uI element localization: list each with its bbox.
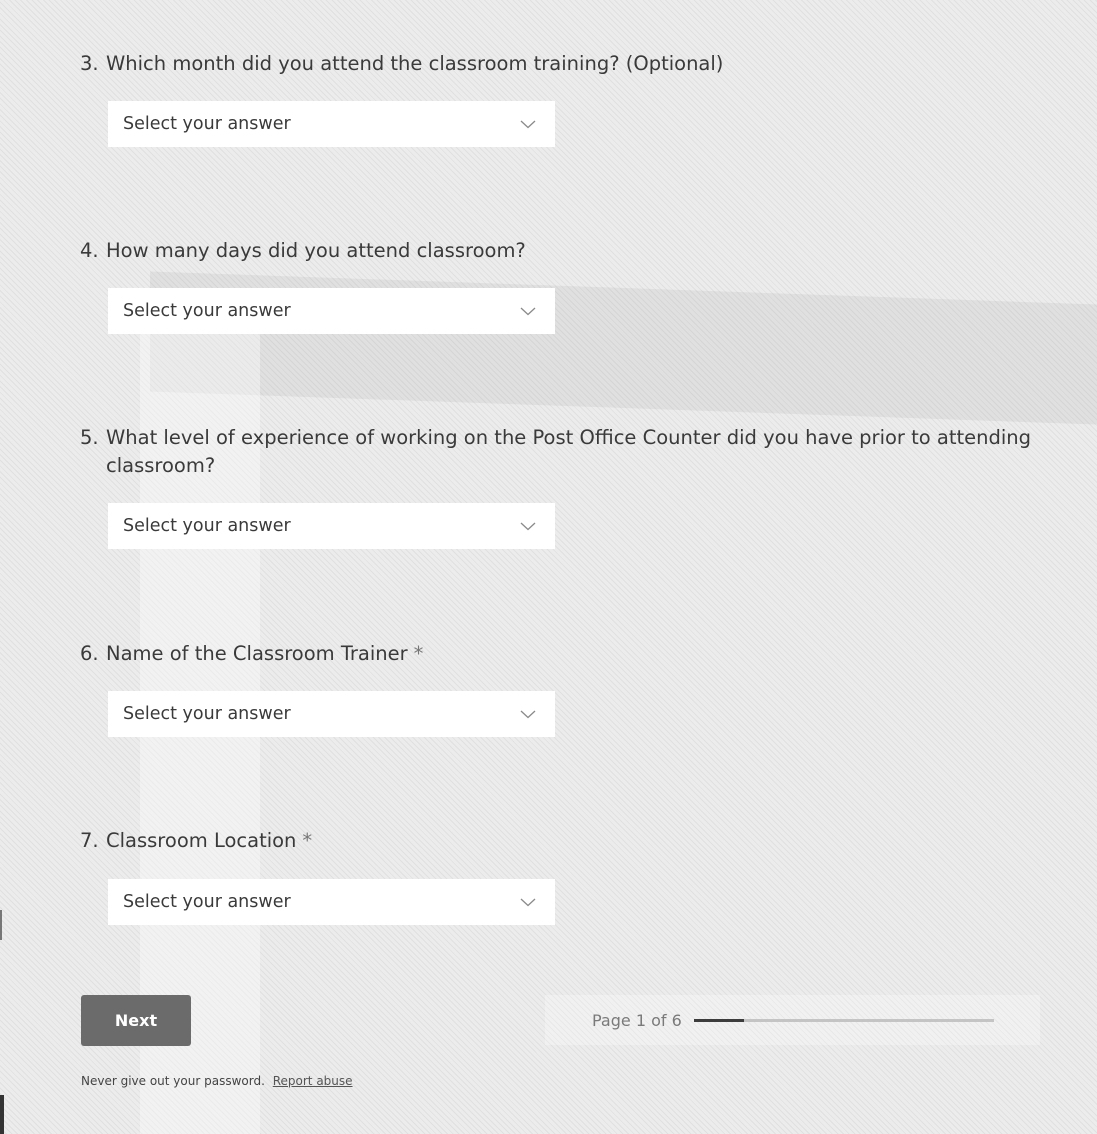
question-text: Which month did you attend the classroom… xyxy=(106,52,724,75)
days-select[interactable]: Select your answer xyxy=(108,288,555,334)
required-marker: * xyxy=(302,829,313,852)
question-text: Name of the Classroom Trainer * xyxy=(106,642,424,665)
select-placeholder: Select your answer xyxy=(123,704,291,724)
question-number: 6. xyxy=(80,642,99,665)
select-placeholder: Select your answer xyxy=(123,114,291,134)
footer: Never give out your password. Report abu… xyxy=(81,1074,353,1088)
chevron-down-icon xyxy=(520,522,536,531)
chevron-down-icon xyxy=(520,898,536,907)
select-placeholder: Select your answer xyxy=(123,301,291,321)
question-number: 4. xyxy=(80,239,99,262)
question-text: Classroom Location * xyxy=(106,829,313,852)
question-number: 7. xyxy=(80,829,99,852)
report-abuse-link[interactable]: Report abuse xyxy=(273,1074,353,1088)
question-title: 5. What level of experience of working o… xyxy=(80,424,1040,480)
window-edge xyxy=(0,1095,4,1134)
select-placeholder: Select your answer xyxy=(123,892,291,912)
experience-select[interactable]: Select your answer xyxy=(108,503,555,549)
page-progress: Page 1 of 6 xyxy=(545,995,1040,1045)
progress-bar xyxy=(693,1018,994,1022)
question-title: 6. Name of the Classroom Trainer * xyxy=(80,640,1040,668)
next-button[interactable]: Next xyxy=(81,995,191,1046)
trainer-select[interactable]: Select your answer xyxy=(108,691,555,737)
question-text: How many days did you attend classroom? xyxy=(106,239,526,262)
question-3: 3. Which month did you attend the classr… xyxy=(80,50,1040,147)
location-select[interactable]: Select your answer xyxy=(108,879,555,925)
question-title: 3. Which month did you attend the classr… xyxy=(80,50,1040,78)
question-6: 6. Name of the Classroom Trainer * Select… xyxy=(80,640,1040,737)
question-number: 3. xyxy=(80,52,99,75)
required-marker: * xyxy=(413,642,424,665)
question-number: 5. xyxy=(80,426,99,449)
question-5: 5. What level of experience of working o… xyxy=(80,424,1040,549)
chevron-down-icon xyxy=(520,710,536,719)
month-select[interactable]: Select your answer xyxy=(108,101,555,147)
chevron-down-icon xyxy=(520,120,536,129)
security-notice: Never give out your password. xyxy=(81,1074,265,1088)
window-edge xyxy=(0,910,2,940)
question-title: 7. Classroom Location * xyxy=(80,827,1040,855)
question-text: What level of experience of working on t… xyxy=(106,426,1032,477)
question-title: 4. How many days did you attend classroo… xyxy=(80,237,1040,265)
progress-bar-fill xyxy=(693,1018,744,1022)
chevron-down-icon xyxy=(520,307,536,316)
question-4: 4. How many days did you attend classroo… xyxy=(80,237,1040,334)
select-placeholder: Select your answer xyxy=(123,516,291,536)
question-7: 7. Classroom Location * Select your answe… xyxy=(80,827,1040,925)
page-indicator: Page 1 of 6 xyxy=(592,1010,682,1030)
